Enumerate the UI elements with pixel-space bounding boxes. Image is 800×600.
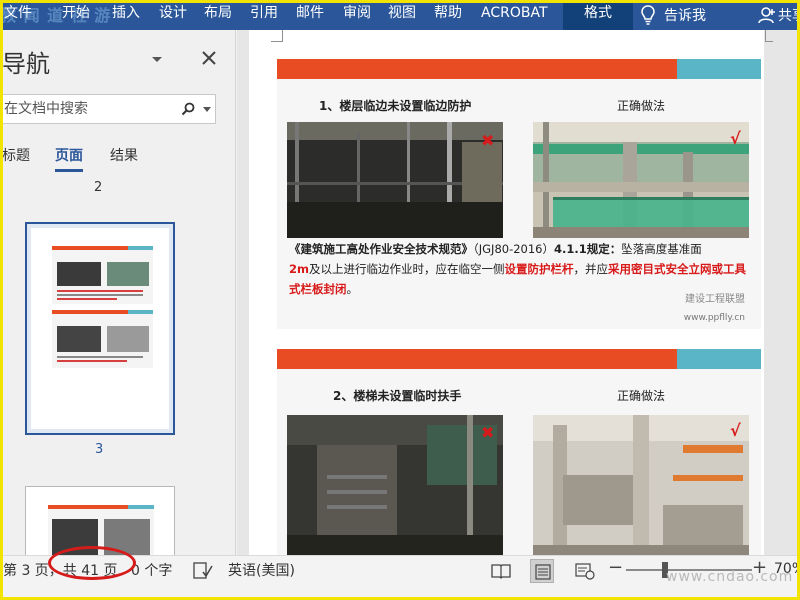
close-icon[interactable]: [200, 49, 218, 67]
page-thumbnail-next[interactable]: [25, 486, 175, 555]
page-count-indicator[interactable]: 第 3 页，共 41 页: [3, 556, 118, 586]
tab-home[interactable]: 开始: [62, 0, 90, 30]
slide-heading-right: 正确做法: [617, 389, 666, 403]
tab-help[interactable]: 帮助: [434, 0, 462, 30]
nav-search-box: [0, 94, 216, 124]
lightbulb-icon: [641, 5, 655, 25]
caption-part7: 设置防护栏杆: [504, 262, 574, 276]
page-thumbnail-current[interactable]: [25, 222, 175, 435]
slide-image-2: 2、楼梯未设置临时扶手 正确做法 ✖ √: [277, 349, 761, 555]
slide-accent-bar-teal: [677, 349, 761, 369]
word-count-indicator[interactable]: 0 个字: [131, 556, 172, 586]
slide-caption: 《建筑施工高处作业安全技术规范》（JGJ80-2016）4.1.1规定：坠落高度…: [289, 239, 749, 299]
caption-part3: 4.1.1规定：: [554, 242, 622, 256]
thumbnail-preview-next: [48, 505, 154, 555]
web-layout-icon[interactable]: [575, 562, 595, 580]
tab-references[interactable]: 引用: [250, 0, 278, 30]
thumbnail-preview: [52, 246, 153, 368]
thumbnail-number: 3: [95, 442, 104, 457]
share-label: 共享: [778, 8, 800, 24]
tab-design[interactable]: 设计: [159, 0, 187, 30]
bottom-strip: [0, 585, 800, 600]
proofing-icon[interactable]: [193, 562, 213, 580]
nav-search-input[interactable]: [4, 95, 174, 123]
tab-layout[interactable]: 布局: [204, 0, 232, 30]
photo-wrong-practice: [287, 415, 503, 555]
tab-review[interactable]: 审阅: [343, 0, 371, 30]
slide-heading-wrong: 2、楼梯未设置临时扶手: [333, 389, 462, 403]
tab-file[interactable]: 文件: [4, 0, 32, 30]
thumbnail-page-number: 2: [94, 180, 103, 195]
caption-part1: 《建筑施工高处作业安全技术规范》: [289, 242, 473, 256]
tab-mailings[interactable]: 邮件: [296, 0, 324, 30]
slide-watermark: 建设工程联盟: [685, 294, 745, 305]
document-page[interactable]: 1、楼层临边未设置临边防护 正确做法 ✖ √ 《建筑施工高处作业安全技术规范》（…: [249, 30, 773, 555]
photo-wrong-practice: [287, 122, 503, 238]
caption-part6: 及以上进行临边作业时，应在临空一侧: [309, 262, 505, 276]
photo-correct-practice: [533, 415, 749, 555]
caption-part5: 2m: [289, 262, 309, 276]
slide-heading-right: 正确做法: [617, 99, 666, 113]
zoom-out-button[interactable]: −: [608, 557, 623, 578]
tab-format[interactable]: 格式: [563, 0, 633, 30]
caption-part4: 坠落高度基准面: [621, 242, 702, 256]
ribbon-tab-bar: 教 闻 道 社 游 文件 开始 插入 设计 布局 引用 邮件 审阅 视图 帮助 …: [0, 0, 800, 30]
chevron-down-icon[interactable]: [150, 52, 164, 66]
navigation-pane: 导航 标题 页面 结果 2: [0, 30, 236, 555]
zoom-level[interactable]: 70%: [774, 561, 800, 577]
crop-mark: [765, 30, 773, 42]
tab-view[interactable]: 视图: [388, 0, 416, 30]
document-area: 1、楼层临边未设置临边防护 正确做法 ✖ √ 《建筑施工高处作业安全技术规范》（…: [237, 30, 800, 555]
nav-pane-title: 导航: [2, 50, 50, 78]
caret-down-icon[interactable]: [203, 107, 211, 113]
tell-me-search[interactable]: 告诉我: [640, 0, 706, 30]
slide-accent-bar-teal: [677, 59, 761, 79]
slide-heading-wrong: 1、楼层临边未设置临边防护: [319, 99, 472, 113]
print-layout-button[interactable]: [530, 559, 554, 583]
nav-tab-results[interactable]: 结果: [110, 145, 138, 165]
tell-me-label: 告诉我: [664, 8, 706, 24]
caption-part2: （JGJ80-2016）: [473, 242, 554, 256]
language-indicator[interactable]: 英语(美国): [228, 556, 295, 586]
correct-mark-icon: √: [730, 129, 741, 148]
caption-part10: 。: [346, 282, 359, 296]
nav-tab-headings[interactable]: 标题: [2, 145, 30, 165]
tab-acrobat[interactable]: ACROBAT: [481, 0, 548, 30]
wrong-mark-icon: ✖: [481, 423, 495, 442]
person-icon: [758, 7, 775, 24]
slide-image-1: 1、楼层临边未设置临边防护 正确做法 ✖ √ 《建筑施工高处作业安全技术规范》（…: [277, 59, 761, 329]
crop-mark: [271, 30, 283, 42]
thumbnail-page: [31, 228, 169, 429]
share-button[interactable]: 共享: [758, 0, 800, 30]
slide-watermark-url: www.ppflly.cn: [683, 313, 745, 323]
zoom-in-button[interactable]: +: [752, 557, 767, 578]
correct-mark-icon: √: [730, 421, 741, 440]
wrong-mark-icon: ✖: [481, 131, 495, 150]
nav-tab-pages[interactable]: 页面: [55, 145, 83, 172]
tab-insert[interactable]: 插入: [112, 0, 140, 30]
print-layout-icon: [535, 564, 551, 580]
caption-part8: ，并应: [573, 262, 609, 276]
search-icon[interactable]: [181, 102, 195, 116]
read-mode-icon[interactable]: [491, 562, 511, 580]
photo-correct-practice: [533, 122, 749, 238]
